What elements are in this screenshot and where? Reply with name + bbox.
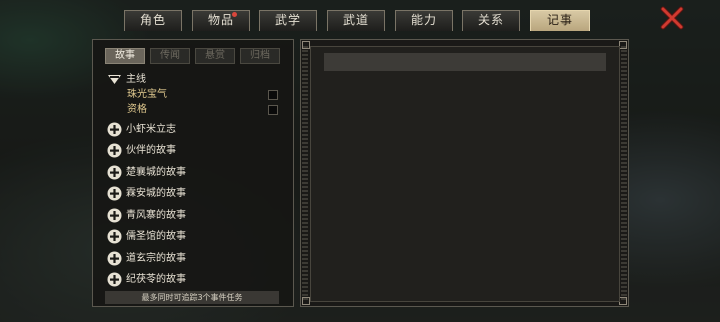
right-frame-pattern bbox=[621, 46, 627, 300]
tree-group-label: 伙伴的故事 bbox=[126, 145, 176, 156]
close-x-icon[interactable] bbox=[660, 6, 684, 30]
notification-dot-icon bbox=[232, 12, 237, 17]
tree-group[interactable]: 小虾米立志 bbox=[107, 122, 277, 138]
journal-detail-panel bbox=[300, 39, 629, 307]
track-checkbox[interactable] bbox=[268, 105, 278, 115]
frame-corner bbox=[302, 297, 310, 305]
expand-plus-icon bbox=[107, 208, 122, 223]
subtab-rumors[interactable]: 传闻 bbox=[150, 48, 190, 64]
journal-list-panel: 故事 传闻 悬赏 归档 主线 珠光宝气 资格 小虾米立志 伙伴的故事 楚襄城的故… bbox=[92, 39, 294, 307]
expand-plus-icon bbox=[107, 122, 122, 137]
tree-group-label: 霖安城的故事 bbox=[126, 188, 186, 199]
tree-group-label: 楚襄城的故事 bbox=[126, 167, 186, 178]
subtab-label: 故事 bbox=[115, 50, 135, 61]
tree-group-label: 青风寨的故事 bbox=[126, 210, 186, 221]
tree-group-label: 道玄宗的故事 bbox=[126, 253, 186, 264]
tab-character[interactable]: 角色 bbox=[124, 10, 182, 31]
subtab-label: 归档 bbox=[250, 50, 270, 61]
tree-group-label: 纪茯苓的故事 bbox=[126, 274, 186, 285]
tab-label: 关系 bbox=[477, 13, 504, 27]
subtab-story[interactable]: 故事 bbox=[105, 48, 145, 64]
tab-label: 武学 bbox=[274, 13, 301, 27]
tab-label: 能力 bbox=[410, 13, 437, 27]
top-tab-bar: 角色 物品 武学 武道 能力 关系 记事 bbox=[0, 0, 720, 32]
frame-corner bbox=[619, 297, 627, 305]
tree-group-label: 小虾米立志 bbox=[126, 124, 176, 135]
expand-plus-icon bbox=[107, 143, 122, 158]
detail-content-area bbox=[310, 46, 620, 302]
tab-label: 物品 bbox=[207, 13, 234, 27]
expand-plus-icon bbox=[107, 186, 122, 201]
tab-abilities[interactable]: 能力 bbox=[395, 10, 453, 31]
tree-node-main[interactable]: 主线 bbox=[107, 72, 277, 88]
left-frame-pattern bbox=[302, 46, 308, 300]
subtab-label: 传闻 bbox=[160, 50, 180, 61]
tree-group[interactable]: 伙伴的故事 bbox=[107, 143, 277, 159]
frame-corner bbox=[302, 41, 310, 49]
detail-title-bar bbox=[324, 53, 606, 71]
tab-label: 武道 bbox=[342, 13, 369, 27]
frame-corner bbox=[619, 41, 627, 49]
track-checkbox[interactable] bbox=[268, 90, 278, 100]
expand-plus-icon bbox=[107, 272, 122, 287]
tab-martial-arts[interactable]: 武学 bbox=[259, 10, 317, 31]
tree-group[interactable]: 纪茯苓的故事 bbox=[107, 272, 277, 288]
subtab-archive[interactable]: 归档 bbox=[240, 48, 280, 64]
tab-martial-way[interactable]: 武道 bbox=[327, 10, 385, 31]
expand-plus-icon bbox=[107, 251, 122, 266]
subtab-label: 悬赏 bbox=[205, 50, 225, 61]
tab-label: 记事 bbox=[546, 13, 573, 27]
tree-group-label: 儒圣馆的故事 bbox=[126, 231, 186, 242]
tab-items[interactable]: 物品 bbox=[192, 10, 250, 31]
tab-journal[interactable]: 记事 bbox=[530, 10, 590, 31]
tree-group[interactable]: 楚襄城的故事 bbox=[107, 165, 277, 181]
tree-group[interactable]: 青风寨的故事 bbox=[107, 208, 277, 224]
expand-plus-icon bbox=[107, 229, 122, 244]
tab-label: 角色 bbox=[139, 13, 166, 27]
tree-group[interactable]: 道玄宗的故事 bbox=[107, 251, 277, 267]
game-screen: 角色 物品 武学 武道 能力 关系 记事 故事 传闻 悬赏 归档 主线 珠光宝气… bbox=[0, 0, 720, 322]
collapse-icon bbox=[108, 75, 121, 84]
subtab-bounties[interactable]: 悬赏 bbox=[195, 48, 235, 64]
tree-node-label: 主线 bbox=[126, 74, 146, 85]
tree-group[interactable]: 儒圣馆的故事 bbox=[107, 229, 277, 245]
tree-group[interactable]: 霖安城的故事 bbox=[107, 186, 277, 202]
quest-item-label[interactable]: 资格 bbox=[127, 103, 147, 117]
tracking-limit-note: 最多同时可追踪3个事件任务 bbox=[105, 291, 279, 304]
tab-relations[interactable]: 关系 bbox=[462, 10, 520, 31]
expand-plus-icon bbox=[107, 165, 122, 180]
quest-item-label[interactable]: 珠光宝气 bbox=[127, 88, 167, 102]
